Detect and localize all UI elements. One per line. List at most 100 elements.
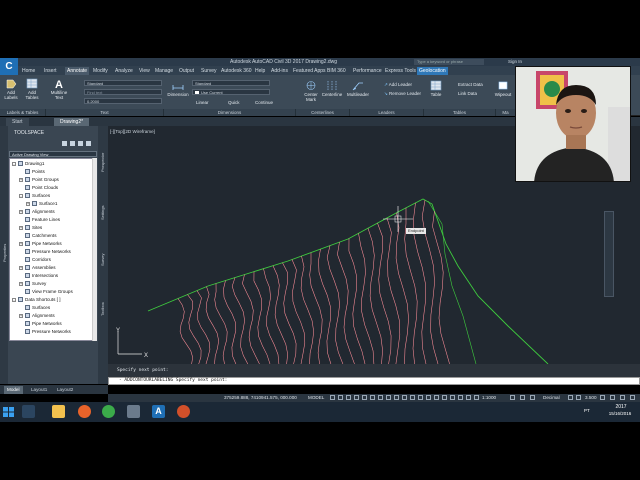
search-input[interactable]: Type a keyword or phrase <box>414 59 484 65</box>
tree-item[interactable]: Pressure Networks <box>19 328 71 335</box>
tab-featured-apps[interactable]: Featured Apps <box>291 67 328 75</box>
tab-prospector[interactable]: Prospector <box>100 153 105 172</box>
tab-manage[interactable]: Manage <box>153 67 175 75</box>
expand-toggle-icon[interactable]: + <box>26 201 30 206</box>
expand-toggle-icon[interactable]: + <box>19 177 23 182</box>
tab-autodesk-360[interactable]: Autodesk 360 <box>219 67 254 75</box>
tree-item[interactable]: + Surface1 <box>26 200 57 207</box>
tree-item[interactable]: - Drawing1 <box>12 160 44 167</box>
ribbon-panel-labels-tables[interactable]: Labels & Tables <box>0 109 46 116</box>
windows-start-icon[interactable] <box>0 402 18 422</box>
contour-line[interactable] <box>386 217 401 364</box>
linear-button[interactable]: Linear <box>196 100 209 105</box>
expand-toggle-icon[interactable]: - <box>19 193 23 198</box>
text-style-select[interactable]: Standard <box>84 80 162 86</box>
status-toggle-icon[interactable] <box>338 395 343 400</box>
contour-line[interactable] <box>421 200 439 364</box>
tab-geolocation[interactable]: Geolocation <box>417 67 448 75</box>
ribbon-panel-text[interactable]: Text <box>46 109 164 116</box>
file-explorer-icon[interactable] <box>52 405 65 418</box>
contour-line[interactable] <box>300 256 314 364</box>
contour-line[interactable] <box>177 298 193 365</box>
tab-model[interactable]: Model <box>4 386 23 394</box>
status-toggle-icon[interactable] <box>378 395 383 400</box>
status-toggle-icon[interactable] <box>426 395 431 400</box>
ribbon-panel-ma[interactable]: Ma <box>496 109 516 116</box>
sign-in-button[interactable]: Sign In <box>508 59 522 64</box>
tree-item[interactable]: + Sites <box>19 224 42 231</box>
remove-leader-button[interactable]: ↘ Remove Leader <box>384 91 421 97</box>
toolbar-icon[interactable] <box>70 141 75 146</box>
add-labels-button[interactable]: Add Labels <box>2 78 20 100</box>
tab-output[interactable]: Output <box>177 67 196 75</box>
table-button[interactable]: Table <box>428 80 444 97</box>
continue-button[interactable]: Continue <box>255 100 273 105</box>
tree-item[interactable]: Pressure Networks <box>19 248 71 255</box>
ribbon-panel-tables[interactable]: Tables <box>424 109 496 116</box>
status-toggle-icon[interactable] <box>530 395 535 400</box>
expand-toggle-icon[interactable]: - <box>12 161 16 166</box>
tab-survey[interactable]: Survey <box>100 254 105 266</box>
navigation-bar[interactable] <box>604 211 614 297</box>
tab-toolbox[interactable]: Toolbox <box>100 302 105 316</box>
tree-item[interactable]: View Frame Groups <box>19 288 73 295</box>
contour-line[interactable] <box>263 268 280 364</box>
expand-toggle-icon[interactable]: + <box>19 265 23 270</box>
tree-item[interactable]: - Data Shortcuts [ ] <box>12 296 61 303</box>
contour-line[interactable] <box>358 233 375 364</box>
status-toggle-icon[interactable] <box>418 395 423 400</box>
status-toggle-icon[interactable] <box>362 395 367 400</box>
contour-line[interactable] <box>291 259 306 365</box>
tree-item[interactable]: Corridors <box>19 256 51 263</box>
help-icon[interactable] <box>86 141 91 146</box>
status-toggle-icon[interactable] <box>610 395 615 400</box>
status-toggle-icon[interactable] <box>450 395 455 400</box>
tree-item[interactable]: Point Clouds <box>19 184 58 191</box>
ribbon-panel-centerlines[interactable]: Centerlines <box>296 109 350 116</box>
expand-toggle-icon[interactable]: - <box>12 297 16 302</box>
toolbar-icon[interactable] <box>62 141 67 146</box>
tab-analyze[interactable]: Analyze <box>113 67 135 75</box>
contour-line[interactable] <box>196 290 211 364</box>
language-indicator[interactable]: PT <box>584 408 590 413</box>
add-leader-button[interactable]: ↗ Add Leader <box>384 82 412 88</box>
dimension-button[interactable]: Dimension <box>166 80 190 97</box>
status-toggle-icon[interactable] <box>410 395 415 400</box>
app-logo-button[interactable]: C <box>0 58 18 75</box>
tab-help[interactable]: Help <box>253 67 267 75</box>
contour-line[interactable] <box>395 212 409 364</box>
tab-layout2[interactable]: Layout2 <box>54 386 76 394</box>
tree-item[interactable]: + Survey <box>19 280 46 287</box>
contour-line[interactable] <box>377 223 392 364</box>
chrome-icon[interactable] <box>102 405 115 418</box>
tab-bim-360[interactable]: BIM 360 <box>325 67 348 75</box>
tree-item[interactable]: - Surfaces <box>19 192 50 199</box>
view-select[interactable]: Active Drawing View <box>9 151 97 157</box>
contour-line[interactable] <box>205 286 219 364</box>
status-toggle-icon[interactable] <box>568 395 573 400</box>
find-text-input[interactable]: Find text <box>84 89 162 95</box>
status-toggle-icon[interactable] <box>466 395 471 400</box>
quick-button[interactable]: Quick <box>228 100 240 105</box>
expand-toggle-icon[interactable]: + <box>19 281 23 286</box>
units-display[interactable]: Decimal <box>543 395 560 400</box>
recorder-icon[interactable] <box>177 405 190 418</box>
centerline-button[interactable]: Centerline <box>320 80 344 97</box>
tab-view[interactable]: View <box>137 67 152 75</box>
app-icon[interactable] <box>127 405 140 418</box>
tree-item[interactable]: Pipe Networks <box>19 320 62 327</box>
wipeout-button[interactable]: Wipeout <box>492 80 514 97</box>
contour-line[interactable] <box>337 242 355 364</box>
contour-line[interactable] <box>282 262 297 364</box>
tree-item[interactable]: + Alignments <box>19 312 55 319</box>
status-toggle-icon[interactable] <box>354 395 359 400</box>
status-toggle-icon[interactable] <box>402 395 407 400</box>
tree-scrollbar[interactable] <box>92 158 97 341</box>
contour-line[interactable] <box>253 271 271 364</box>
multileader-button[interactable]: Multileader <box>345 80 371 97</box>
ribbon-panel-leaders[interactable]: Leaders <box>350 109 424 116</box>
tab-insert[interactable]: Insert <box>42 67 59 75</box>
tree-item[interactable]: + Alignments <box>19 208 55 215</box>
tree-item[interactable]: Intersections <box>19 272 58 279</box>
tab-settings[interactable]: Settings <box>100 206 105 220</box>
